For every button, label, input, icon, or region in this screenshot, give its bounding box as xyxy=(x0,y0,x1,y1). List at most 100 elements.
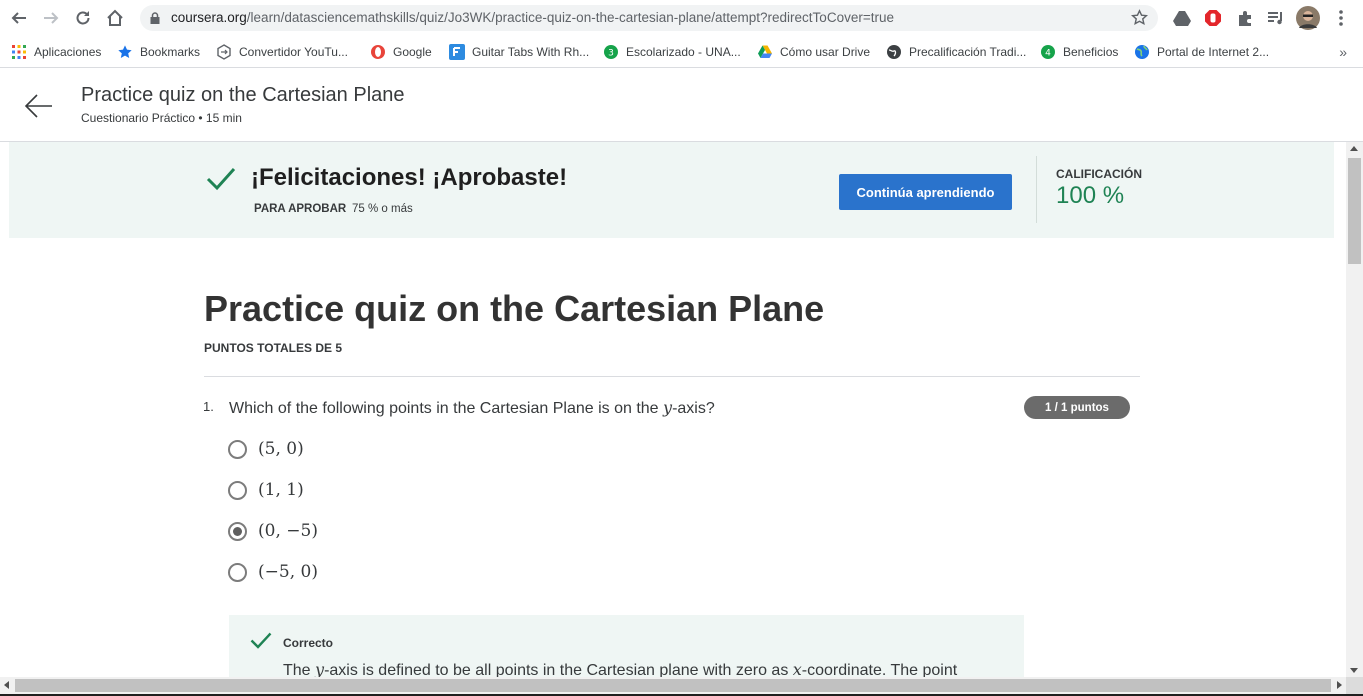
bookmark-label: Escolarizado - UNA... xyxy=(626,45,741,59)
option-label: (5, 0) xyxy=(258,439,304,459)
bookmark-label: Google xyxy=(393,45,432,59)
option-label: (−5, 0) xyxy=(258,562,318,582)
star-icon xyxy=(118,45,132,58)
radio-button[interactable] xyxy=(228,439,247,459)
feedback-text: The y-axis is defined to be all points i… xyxy=(283,660,957,677)
profile-avatar[interactable] xyxy=(1296,6,1320,30)
globe-icon xyxy=(1135,45,1149,59)
feedback-text-part: The xyxy=(283,662,316,677)
bookmark-label: Portal de Internet 2... xyxy=(1157,45,1270,59)
grade-value: 100 % xyxy=(1056,182,1125,209)
answer-option[interactable]: (−5, 0) xyxy=(228,560,318,584)
header-subtitle: Cuestionario Práctico • 15 min xyxy=(81,111,242,125)
score-badge: 1 / 1 puntos xyxy=(1024,396,1130,419)
guitar-tabs-icon xyxy=(449,44,465,60)
bookmark-google[interactable]: Google xyxy=(370,42,432,62)
main-content: ¡Felicitaciones! ¡Aprobaste! PARA APROBA… xyxy=(0,142,1346,677)
question-number: 1. xyxy=(203,399,214,414)
bookmark-convertidor[interactable]: Convertidor YouTu... xyxy=(216,42,348,62)
bookmark-portal[interactable]: Portal de Internet 2... xyxy=(1134,42,1269,62)
bookmark-beneficios[interactable]: 4 Beneficios xyxy=(1040,42,1118,62)
home-icon xyxy=(107,9,123,26)
opera-icon xyxy=(371,45,385,59)
horizontal-scrollbar[interactable] xyxy=(0,677,1346,694)
url-text: coursera.org/learn/datasciencemathskills… xyxy=(171,10,894,25)
adblock-extension-icon[interactable] xyxy=(1201,6,1225,30)
url-host: coursera.org xyxy=(171,10,247,25)
beneficios-icon: 4 xyxy=(1041,45,1055,59)
reload-button[interactable] xyxy=(71,6,95,30)
answer-option[interactable]: (1, 1) xyxy=(228,478,304,502)
bookmark-label: Guitar Tabs With Rh... xyxy=(472,45,590,59)
total-points: PUNTOS TOTALES DE 5 xyxy=(204,341,343,355)
bookmark-drive[interactable]: Cómo usar Drive xyxy=(757,42,870,62)
answer-option[interactable]: (0, −5) xyxy=(228,519,318,543)
radio-button[interactable] xyxy=(228,480,247,500)
scrollbar-thumb[interactable] xyxy=(1348,158,1361,264)
arrow-left-icon xyxy=(11,12,26,24)
radio-button[interactable] xyxy=(228,562,247,582)
apps-grid-icon xyxy=(12,45,26,59)
arrow-right-icon xyxy=(44,12,59,24)
scrollbar-thumb[interactable] xyxy=(15,679,1331,692)
bookmark-guitar-tabs[interactable]: Guitar Tabs With Rh... xyxy=(449,42,589,62)
back-arrow-icon[interactable] xyxy=(24,91,54,121)
scroll-down-icon[interactable] xyxy=(1350,668,1358,673)
puzzle-extensions-icon[interactable] xyxy=(1233,6,1257,30)
browser-menu-button[interactable] xyxy=(1329,6,1353,30)
grade-label: CALIFICACIÓN xyxy=(1056,167,1142,181)
pass-label: PARA APROBAR xyxy=(254,203,347,215)
bookmark-aplicaciones[interactable]: Aplicaciones xyxy=(11,42,101,62)
continue-learning-button[interactable]: Continúa aprendiendo xyxy=(839,174,1012,210)
math-variable: y xyxy=(315,660,325,677)
converter-icon xyxy=(217,44,231,60)
bookmark-bookmarks[interactable]: Bookmarks xyxy=(117,42,200,62)
radio-button-selected[interactable] xyxy=(228,521,247,541)
header-title: Practice quiz on the Cartesian Plane xyxy=(81,84,405,106)
result-banner: ¡Felicitaciones! ¡Aprobaste! PARA APROBA… xyxy=(9,142,1334,238)
question-text: Which of the following points in the Car… xyxy=(229,398,715,418)
forward-button[interactable] xyxy=(39,6,63,30)
quiz-title: Practice quiz on the Cartesian Plane xyxy=(204,288,825,329)
back-button[interactable] xyxy=(7,6,31,30)
bookmark-escolarizado[interactable]: 3 Escolarizado - UNA... xyxy=(603,42,741,62)
bookmark-label: Convertidor YouTu... xyxy=(239,45,348,59)
browser-toolbar: coursera.org/learn/datasciencemathskills… xyxy=(0,0,1363,36)
bookmark-label: Bookmarks xyxy=(140,45,201,59)
media-queue-icon[interactable] xyxy=(1264,6,1288,30)
pass-value: 75 % o más xyxy=(352,203,413,215)
scroll-up-icon[interactable] xyxy=(1350,146,1358,151)
feedback-box: Correcto The y-axis is defined to be all… xyxy=(229,615,1024,677)
drive-extension-icon[interactable] xyxy=(1170,6,1194,30)
feedback-text-part: -axis is defined to be all points in the… xyxy=(324,662,793,677)
svg-text:4: 4 xyxy=(1045,49,1051,59)
bookmark-star-icon[interactable] xyxy=(1131,9,1148,26)
svg-text:3: 3 xyxy=(608,49,614,59)
option-label: (0, −5) xyxy=(258,521,318,541)
option-label: (1, 1) xyxy=(258,480,304,500)
divider xyxy=(1036,156,1037,223)
divider xyxy=(204,376,1140,377)
bookmark-precalificacion[interactable]: Precalificación Tradi... xyxy=(886,42,1026,62)
answer-option[interactable]: (5, 0) xyxy=(228,437,304,461)
bookmark-label: Precalificación Tradi... xyxy=(909,45,1027,59)
vertical-scrollbar[interactable] xyxy=(1346,142,1363,677)
url-path: /learn/datasciencemathskills/quiz/Jo3WK/… xyxy=(246,10,894,25)
quiz-header: Practice quiz on the Cartesian Plane Cue… xyxy=(0,69,1363,142)
banner-title: ¡Felicitaciones! ¡Aprobaste! xyxy=(251,164,568,191)
home-button[interactable] xyxy=(103,6,127,30)
bookmarks-bar: Aplicaciones Bookmarks Convertidor YouTu… xyxy=(0,36,1363,68)
kebab-menu-icon xyxy=(1339,10,1343,26)
bookmark-label: Aplicaciones xyxy=(34,45,102,59)
bookmark-label: Beneficios xyxy=(1063,45,1119,59)
escolarizado-icon: 3 xyxy=(604,45,618,59)
scroll-left-icon[interactable] xyxy=(4,681,9,689)
address-bar[interactable]: coursera.org/learn/datasciencemathskills… xyxy=(140,5,1158,31)
feedback-text-part: -coordinate. The point xyxy=(801,662,958,677)
more-bookmarks-button[interactable]: » xyxy=(1339,44,1347,60)
lock-icon xyxy=(150,12,160,24)
globe-dark-icon xyxy=(887,45,901,59)
math-variable: y xyxy=(663,398,673,417)
feedback-label: Correcto xyxy=(283,636,334,650)
scroll-right-icon[interactable] xyxy=(1337,681,1342,689)
